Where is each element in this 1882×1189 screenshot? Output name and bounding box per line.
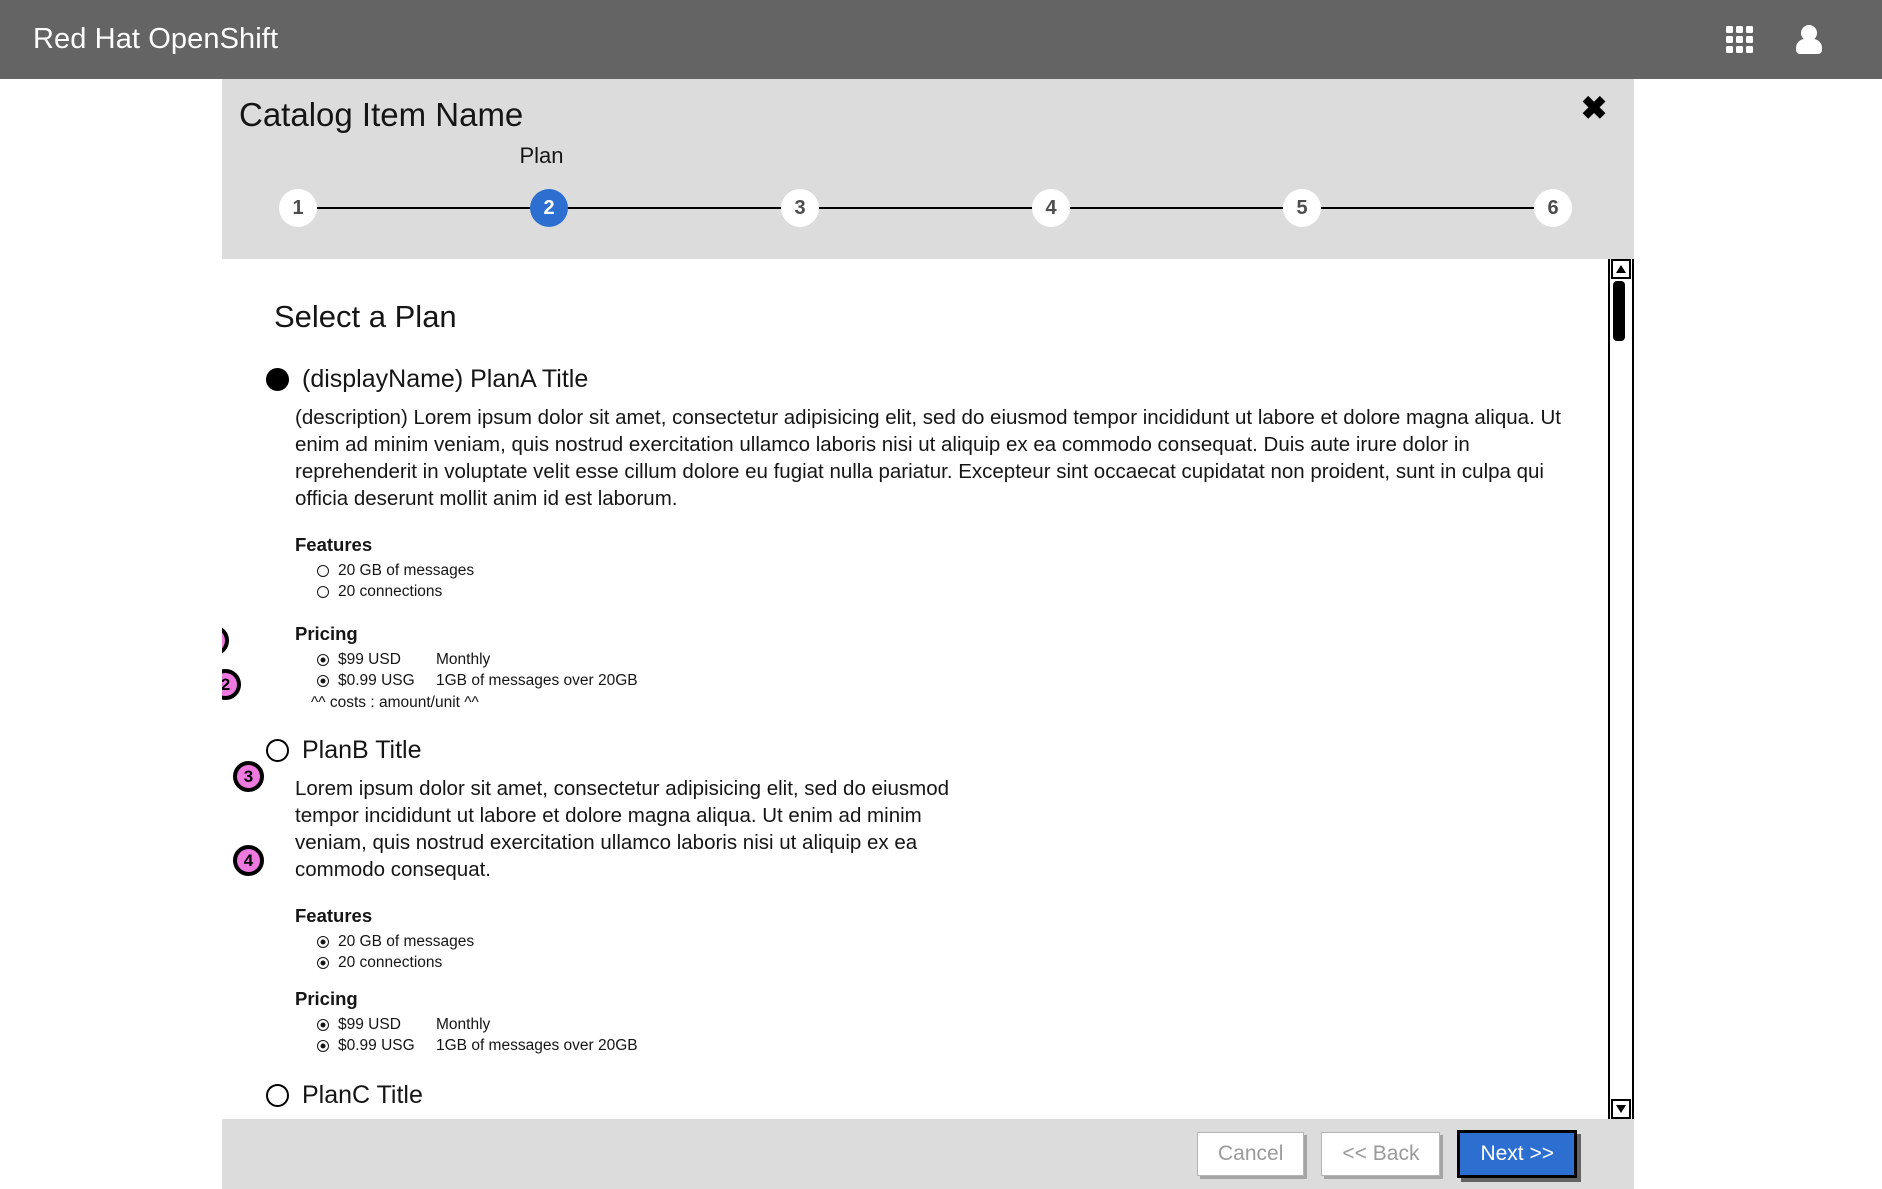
back-button[interactable]: << Back xyxy=(1321,1132,1441,1176)
filled-circle-icon xyxy=(317,675,329,688)
plan-a-pricing-title: Pricing xyxy=(295,623,358,645)
plan-option-c: PlanC Title Lorem ipsum dolor sit amet, … xyxy=(239,1081,1568,1119)
masthead: Red Hat OpenShift xyxy=(0,0,1882,79)
plan-b-price-unit: 1GB of messages over 20GB xyxy=(436,1037,638,1055)
vertical-scrollbar[interactable] xyxy=(1608,259,1634,1119)
catalog-wizard-modal: Catalog Item Name ✖ Plan 1 2 3 4 5 6 Sel… xyxy=(222,79,1634,1189)
plan-a-pricing-section: Pricing $99 USD Monthly $0.99 USG 1GB of… xyxy=(295,623,1568,712)
filled-circle-icon xyxy=(317,654,329,667)
scrollbar-track[interactable] xyxy=(1610,279,1632,1099)
plan-a-price-unit: Monthly xyxy=(436,651,491,669)
plan-b-feature-label: 20 GB of messages xyxy=(338,933,475,951)
plan-b-title: PlanB Title xyxy=(302,736,422,765)
hollow-circle-icon xyxy=(317,586,329,599)
wizard-step-2[interactable]: 2 xyxy=(530,189,568,227)
triangle-up-glyph xyxy=(1616,265,1626,273)
avatar-body xyxy=(1796,38,1822,54)
plan-a-feature-label: 20 GB of messages xyxy=(338,562,475,580)
scroll-up-icon[interactable] xyxy=(1611,259,1631,279)
plan-b-description: Lorem ipsum dolor sit amet, consectetur … xyxy=(295,777,950,882)
wizard-step-1[interactable]: 1 xyxy=(279,189,317,227)
annotation-badge-1: 1 xyxy=(222,625,229,656)
grid-cell xyxy=(1726,35,1733,43)
plan-a-radio[interactable] xyxy=(266,368,289,391)
page-title: Catalog Item Name xyxy=(239,96,524,133)
plan-b-features-title: Features xyxy=(295,905,373,927)
plan-b-pricing-section: Pricing $99 USD Monthly $0.99 USG 1GB of… xyxy=(295,988,1568,1055)
plan-a-features-title: Features xyxy=(295,534,373,556)
plan-c-header[interactable]: PlanC Title xyxy=(266,1081,1568,1110)
apps-grid-icon[interactable] xyxy=(1726,25,1754,54)
plan-b-header[interactable]: PlanB Title xyxy=(266,736,1568,765)
plan-a-description: (description) Lorem ipsum dolor sit amet… xyxy=(295,406,1561,511)
plan-option-b: PlanB Title Lorem ipsum dolor sit amet, … xyxy=(239,736,1568,1055)
plan-b-pricing-title: Pricing xyxy=(295,988,358,1010)
plan-c-title: PlanC Title xyxy=(302,1081,423,1110)
plan-a-price-amount: $0.99 USG xyxy=(338,672,415,690)
plan-b-price-amount: $0.99 USG xyxy=(338,1037,415,1055)
plan-a-price-unit: 1GB of messages over 20GB xyxy=(436,672,638,690)
modal-header: Catalog Item Name ✖ Plan 1 2 3 4 5 6 xyxy=(222,79,1634,259)
plan-b-price-unit: Monthly xyxy=(436,1016,491,1034)
modal-body-wrapper: Select a Plan 1 2 3 4 (displayName) Plan… xyxy=(222,259,1634,1119)
wizard-step-3[interactable]: 3 xyxy=(781,189,819,227)
grid-cell xyxy=(1726,45,1733,53)
modal-scroll-region[interactable]: Select a Plan 1 2 3 4 (displayName) Plan… xyxy=(222,259,1608,1119)
hollow-circle-icon xyxy=(317,565,329,578)
modal-footer: Cancel << Back Next >> xyxy=(222,1119,1634,1189)
masthead-icon-group xyxy=(1726,24,1824,55)
plan-b-pricing-item: $99 USD Monthly xyxy=(317,1016,1568,1034)
close-icon[interactable]: ✖ xyxy=(1574,88,1614,128)
plan-a-feature-label: 20 connections xyxy=(338,583,443,601)
filled-circle-icon xyxy=(317,936,329,949)
scrollbar-thumb[interactable] xyxy=(1613,281,1625,341)
user-avatar-icon[interactable] xyxy=(1794,24,1824,55)
plan-a-pricing-item: $99 USD Monthly xyxy=(317,651,1568,669)
grid-cell xyxy=(1746,45,1753,53)
grid-cell xyxy=(1746,35,1753,43)
plan-list: Select a Plan 1 2 3 4 (displayName) Plan… xyxy=(222,299,1608,1119)
filled-circle-icon xyxy=(317,1040,329,1053)
scroll-down-icon[interactable] xyxy=(1611,1099,1631,1119)
plan-a-title: (displayName) PlanA Title xyxy=(302,365,589,393)
filled-circle-icon xyxy=(317,1019,329,1032)
plan-b-radio[interactable] xyxy=(266,739,289,763)
plan-b-features-section: Features 20 GB of messages 20 connection… xyxy=(295,905,1568,972)
brand-title: Red Hat OpenShift xyxy=(33,23,279,55)
wizard-stepper: Plan 1 2 3 4 5 6 xyxy=(279,143,1572,243)
plan-c-radio[interactable] xyxy=(266,1084,289,1108)
section-heading: Select a Plan xyxy=(274,299,457,334)
wizard-step-list: 1 2 3 4 5 6 xyxy=(279,189,1572,227)
plan-b-feature-item: 20 connections xyxy=(317,954,1568,972)
triangle-down-glyph xyxy=(1616,1105,1626,1113)
plan-b-price-amount: $99 USD xyxy=(338,1016,401,1034)
plan-b-pricing-item: $0.99 USG 1GB of messages over 20GB xyxy=(317,1037,1568,1055)
wizard-step-6[interactable]: 6 xyxy=(1534,189,1572,227)
grid-cell xyxy=(1736,45,1743,53)
grid-cell xyxy=(1736,25,1743,33)
plan-option-a: (displayName) PlanA Title (description) … xyxy=(239,365,1568,712)
plan-b-feature-item: 20 GB of messages xyxy=(317,933,1568,951)
wizard-step-5[interactable]: 5 xyxy=(1283,189,1321,227)
plan-a-price-amount: $99 USD xyxy=(338,651,401,669)
annotation-badge-4: 4 xyxy=(233,845,264,876)
plan-a-costs-note: ^^ costs : amount/unit ^^ xyxy=(311,694,479,712)
next-button[interactable]: Next >> xyxy=(1457,1130,1577,1178)
plan-a-pricing-item: $0.99 USG 1GB of messages over 20GB xyxy=(317,672,1568,690)
grid-cell xyxy=(1736,35,1743,43)
grid-cell xyxy=(1726,25,1733,33)
plan-a-feature-item: 20 GB of messages xyxy=(317,562,1568,580)
plan-a-features-section: Features 20 GB of messages 20 connection… xyxy=(295,534,1568,601)
wizard-step-label-text: Plan xyxy=(519,143,564,168)
wizard-step-4[interactable]: 4 xyxy=(1032,189,1070,227)
annotation-badge-3: 3 xyxy=(233,761,264,792)
cancel-button[interactable]: Cancel xyxy=(1197,1132,1305,1176)
grid-cell xyxy=(1746,25,1753,33)
plan-a-header[interactable]: (displayName) PlanA Title xyxy=(266,365,1568,394)
filled-circle-icon xyxy=(317,957,329,970)
plan-a-feature-item: 20 connections xyxy=(317,583,1568,601)
plan-b-feature-label: 20 connections xyxy=(338,954,443,972)
